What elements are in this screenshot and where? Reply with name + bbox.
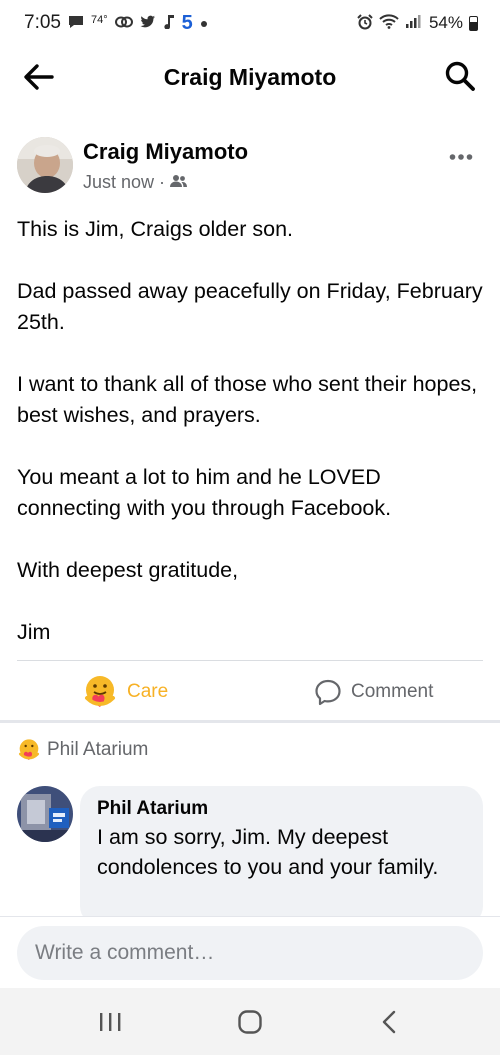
twitter-icon (140, 15, 156, 32)
recent-apps-icon (100, 1013, 121, 1031)
more-options-button[interactable] (449, 141, 473, 167)
battery-percent: 54% (428, 13, 463, 32)
status-temperature: 74° (90, 14, 108, 26)
reactor-name: Phil Atarium (47, 739, 149, 760)
section-divider (0, 720, 500, 723)
comment-label: Comment (351, 681, 434, 702)
commenter-photo (17, 786, 73, 842)
status-left: 7:05 74° 5 (24, 12, 208, 35)
post-paragraph: This is Jim, Craigs older son. (17, 217, 293, 241)
page-title: Craig Miyamoto (163, 63, 337, 90)
post-actions: Care Comment (0, 664, 500, 720)
page-header: Craig Miyamoto (0, 46, 500, 108)
care-reaction-icon (19, 739, 39, 760)
post-header: Craig Miyamoto Just now · (17, 137, 483, 197)
channel-badge: 5 (181, 11, 193, 34)
post-timestamp[interactable]: Just now · (83, 172, 165, 193)
post-paragraph: Dad passed away peacefully on Friday, Fe… (17, 279, 483, 334)
comment-bubble-icon (315, 679, 341, 706)
care-reaction-icon (85, 676, 115, 707)
home-icon (238, 1010, 262, 1034)
music-note-icon (163, 14, 175, 32)
author-avatar[interactable] (17, 137, 73, 193)
more-dots-icon (449, 154, 473, 160)
status-bar: 7:05 74° 5 54% (0, 0, 500, 46)
link-app-icon (114, 15, 133, 32)
dot-icon (200, 16, 208, 31)
author-photo (17, 137, 73, 193)
care-button[interactable]: Care (82, 664, 168, 720)
chevron-left-icon (382, 1010, 396, 1034)
comment-author[interactable]: Phil Atarium (97, 796, 467, 822)
search-icon (445, 61, 475, 91)
signal-icon (405, 14, 423, 32)
status-right: 54% (357, 13, 478, 33)
message-icon (68, 15, 84, 32)
post-body: This is Jim, Craigs older son. Dad passe… (17, 214, 483, 648)
comment-input[interactable] (17, 926, 483, 980)
battery-icon (469, 15, 478, 31)
post-paragraph: I want to thank all of those who sent th… (17, 372, 478, 427)
alarm-icon (357, 13, 373, 33)
post-paragraph: With deepest gratitude, (17, 558, 239, 582)
reactions-summary[interactable]: Phil Atarium (17, 738, 148, 762)
comment-bubble: Phil Atarium I am so sorry, Jim. My deep… (80, 786, 483, 926)
comment-composer (0, 916, 500, 988)
system-nav-bar (0, 988, 500, 1055)
post-author-name[interactable]: Craig Miyamoto (83, 139, 248, 165)
search-button[interactable] (444, 60, 476, 92)
commenter-avatar[interactable] (17, 786, 73, 842)
post-paragraph: You meant a lot to him and he LOVED conn… (17, 465, 392, 520)
care-label: Care (127, 681, 169, 702)
back-arrow-icon (24, 64, 54, 90)
recent-apps-button[interactable] (92, 1006, 128, 1038)
home-button[interactable] (232, 1006, 268, 1038)
friends-icon (170, 172, 188, 193)
post-meta: Just now · (83, 172, 188, 193)
comment-text: I am so sorry, Jim. My deepest condolenc… (97, 825, 439, 879)
status-time: 7:05 (24, 12, 61, 33)
wifi-icon (379, 14, 399, 32)
divider (17, 660, 483, 661)
back-button[interactable] (22, 60, 56, 94)
comment-button[interactable]: Comment (314, 664, 433, 720)
system-back-button[interactable] (372, 1006, 408, 1038)
post-paragraph: Jim (17, 620, 51, 644)
